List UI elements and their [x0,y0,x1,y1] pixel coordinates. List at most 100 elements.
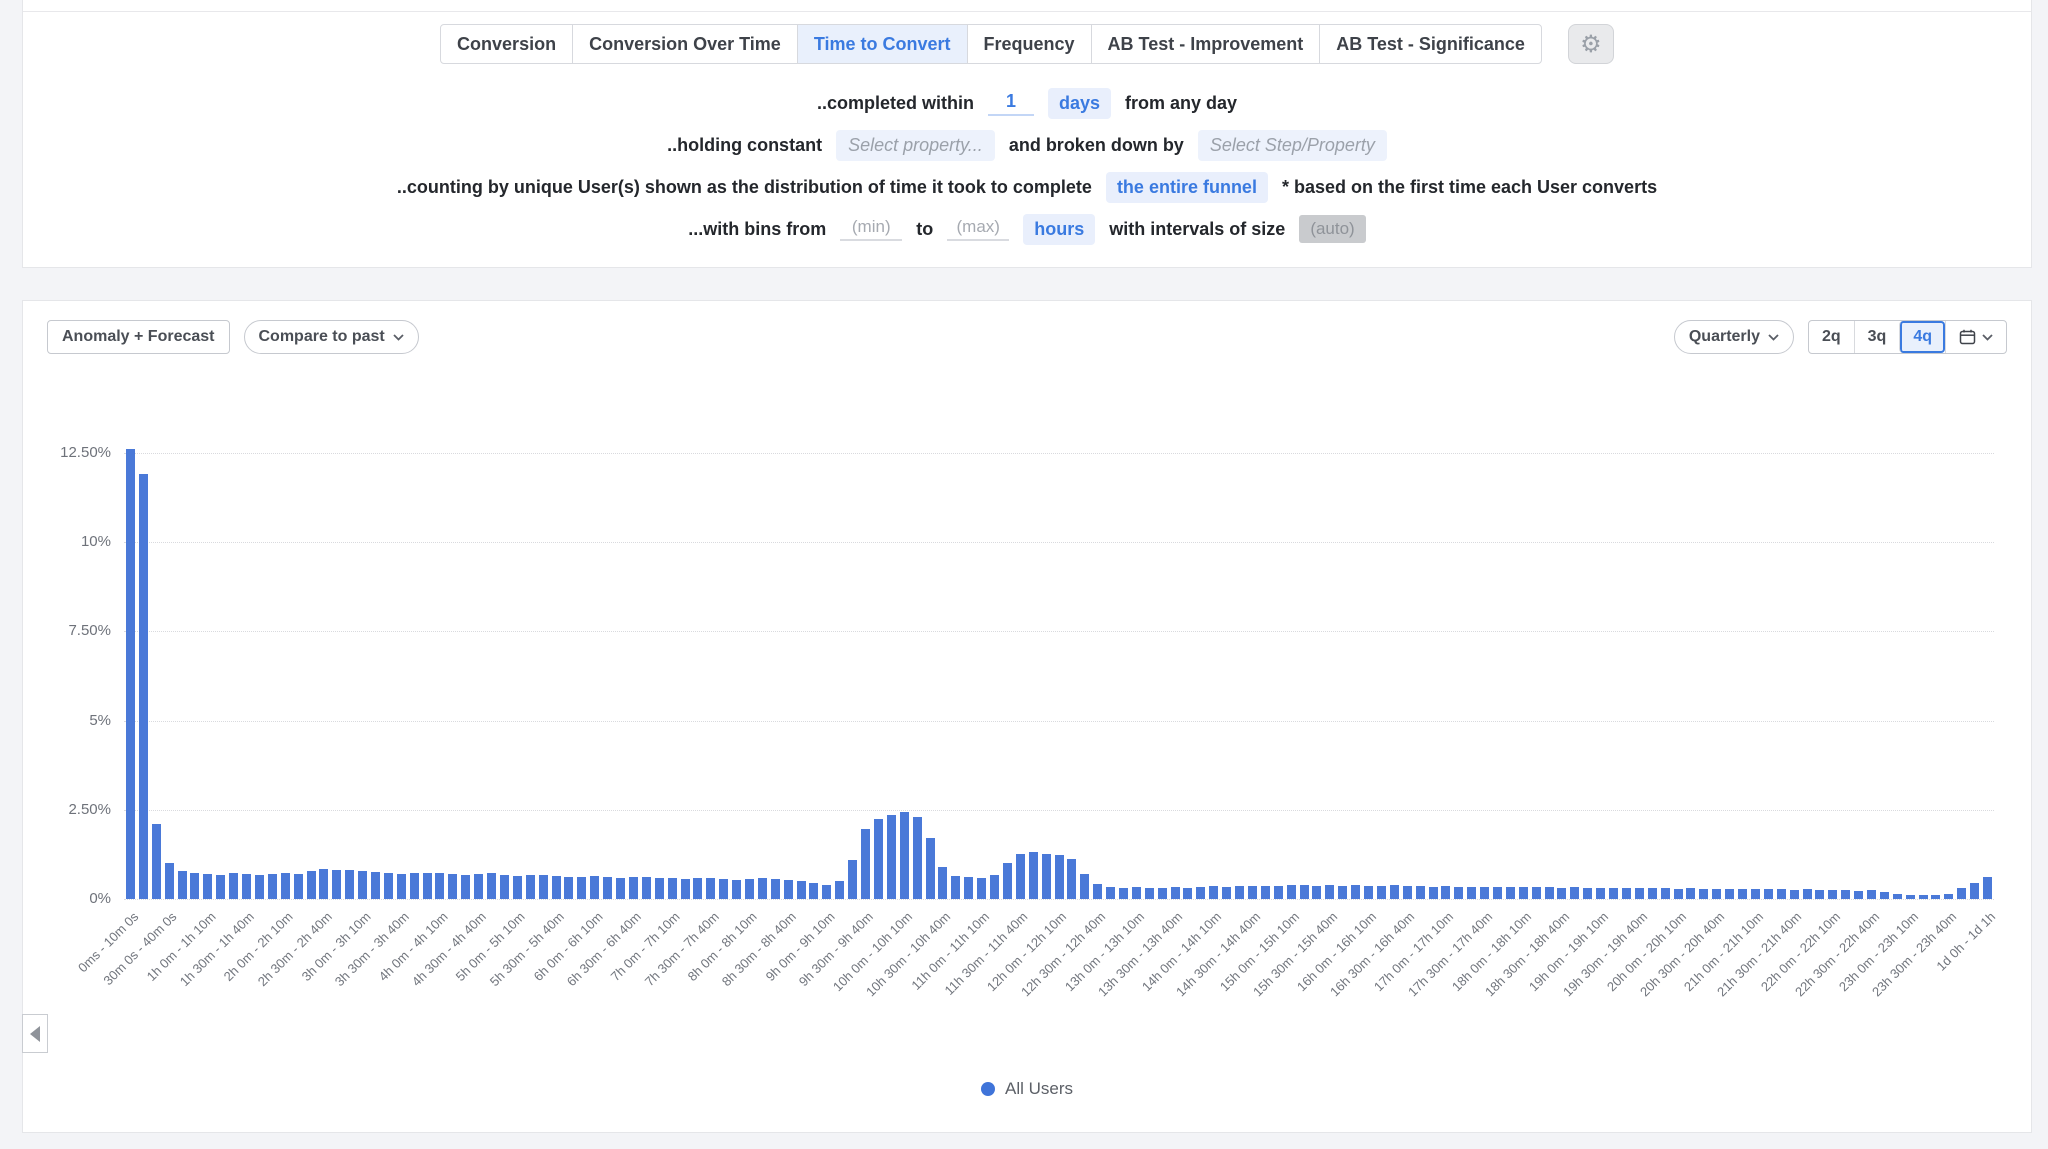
histogram-bar[interactable] [1596,888,1605,899]
histogram-bar[interactable] [307,871,316,899]
select-property-dropdown[interactable]: Select property... [836,130,995,161]
histogram-bar[interactable] [1196,887,1205,899]
histogram-bar[interactable] [319,869,328,899]
histogram-bar[interactable] [1906,895,1915,899]
histogram-bar[interactable] [423,873,432,899]
histogram-bar[interactable] [1570,887,1579,899]
histogram-bar[interactable] [1803,889,1812,899]
histogram-bar[interactable] [1261,886,1270,899]
select-step-property-dropdown[interactable]: Select Step/Property [1198,130,1387,161]
histogram-bar[interactable] [358,871,367,899]
histogram-bar[interactable] [1686,888,1695,899]
histogram-bar[interactable] [900,812,909,899]
histogram-bar[interactable] [152,824,161,899]
histogram-bar[interactable] [1828,890,1837,899]
histogram-bar[interactable] [1325,885,1334,899]
histogram-bar[interactable] [797,881,806,899]
histogram-bar[interactable] [552,876,561,899]
histogram-bar[interactable] [1119,888,1128,899]
histogram-bar[interactable] [1003,863,1012,899]
histogram-bar[interactable] [410,873,419,899]
histogram-bar[interactable] [1970,883,1979,899]
histogram-bar[interactable] [1132,887,1141,899]
histogram-bar[interactable] [448,874,457,899]
histogram-bar[interactable] [590,876,599,899]
histogram-bar[interactable] [874,819,883,899]
tab-conversion-over-time[interactable]: Conversion Over Time [572,24,798,64]
histogram-bar[interactable] [1738,889,1747,899]
histogram-bar[interactable] [1957,888,1966,899]
histogram-bar[interactable] [1416,886,1425,899]
histogram-bar[interactable] [681,879,690,899]
conversion-window-unit-dropdown[interactable]: days [1048,88,1111,119]
histogram-bar[interactable] [1158,888,1167,899]
histogram-bar[interactable] [1183,888,1192,899]
histogram-bar[interactable] [771,879,780,899]
histogram-bar[interactable] [861,829,870,899]
histogram-bar[interactable] [1919,895,1928,899]
histogram-bar[interactable] [1171,887,1180,899]
histogram-bar[interactable] [668,878,677,899]
histogram-bar[interactable] [1983,877,1992,899]
histogram-bar[interactable] [139,474,148,899]
histogram-bar[interactable] [229,873,238,899]
histogram-bar[interactable] [977,878,986,899]
histogram-bar[interactable] [1080,874,1089,899]
bin-size-input[interactable]: (auto) [1299,215,1365,243]
histogram-bar[interactable] [242,874,251,899]
histogram-bar[interactable] [216,875,225,899]
conversion-window-value-input[interactable]: 1 [988,91,1034,116]
histogram-bar[interactable] [332,870,341,899]
histogram-bar[interactable] [268,874,277,899]
histogram-bar[interactable] [642,877,651,899]
histogram-bar[interactable] [1351,885,1360,899]
histogram-bar[interactable] [1661,888,1670,899]
histogram-bar[interactable] [513,876,522,899]
histogram-bar[interactable] [1674,889,1683,899]
histogram-bar[interactable] [165,863,174,899]
histogram-bar[interactable] [784,880,793,899]
histogram-bar[interactable] [926,838,935,899]
histogram-bar[interactable] [500,875,509,899]
histogram-bar[interactable] [887,815,896,899]
histogram-bar[interactable] [178,871,187,899]
histogram-bar[interactable] [1854,891,1863,899]
histogram-bar[interactable] [1712,889,1721,899]
histogram-bar[interactable] [1867,890,1876,899]
histogram-bar[interactable] [1145,888,1154,899]
bin-max-input[interactable]: (max) [947,217,1009,241]
histogram-bar[interactable] [1622,888,1631,899]
histogram-bar[interactable] [1338,886,1347,899]
histogram-bar[interactable] [190,873,199,899]
histogram-bar[interactable] [990,875,999,899]
settings-button[interactable]: ⚙ [1568,24,1614,64]
histogram-bar[interactable] [1454,887,1463,899]
histogram-bar[interactable] [397,874,406,899]
histogram-bar[interactable] [1635,888,1644,899]
histogram-bar[interactable] [1016,854,1025,899]
histogram-bar[interactable] [1506,887,1515,899]
histogram-bar[interactable] [1300,885,1309,899]
histogram-bar[interactable] [539,875,548,899]
chart-legend[interactable]: All Users [23,1079,2031,1099]
histogram-bar[interactable] [1609,888,1618,899]
histogram-bar[interactable] [126,449,135,899]
histogram-bar[interactable] [1235,886,1244,899]
histogram-bar[interactable] [1403,886,1412,899]
histogram-bar[interactable] [1390,885,1399,899]
histogram-bar[interactable] [1751,889,1760,899]
histogram-bar[interactable] [835,881,844,899]
histogram-bar[interactable] [913,817,922,899]
histogram-bar[interactable] [758,878,767,899]
entire-funnel-dropdown[interactable]: the entire funnel [1106,172,1268,203]
histogram-bar[interactable] [1042,854,1051,899]
histogram-bar[interactable] [487,873,496,899]
histogram-bar[interactable] [706,878,715,899]
histogram-bar[interactable] [1093,884,1102,899]
tab-conversion[interactable]: Conversion [440,24,573,64]
histogram-bar[interactable] [1274,886,1283,899]
histogram-bar[interactable] [1248,886,1257,899]
histogram-bar[interactable] [1377,886,1386,899]
histogram-bar[interactable] [629,877,638,899]
histogram-bar[interactable] [1880,892,1889,899]
